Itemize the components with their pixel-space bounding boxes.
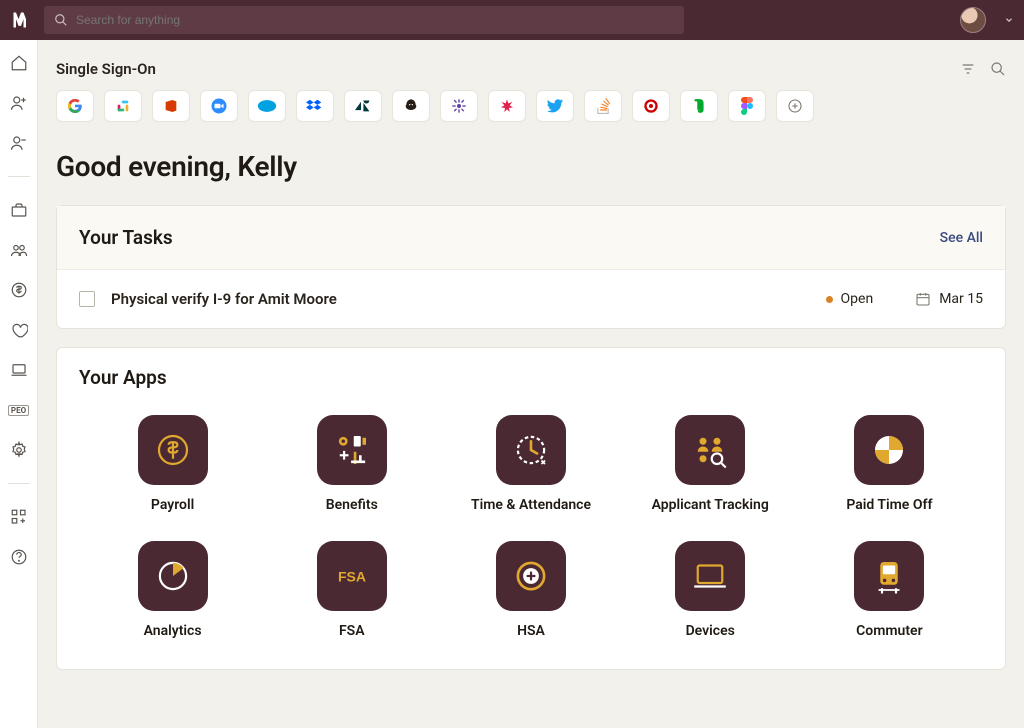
tasks-title: Your Tasks: [79, 226, 173, 249]
topbar: [0, 0, 1024, 40]
task-date: Mar 15: [915, 291, 983, 307]
user-avatar[interactable]: [960, 7, 986, 33]
sso-asterisk[interactable]: [488, 90, 526, 122]
left-nav: PEO: [0, 40, 38, 728]
nav-home-icon[interactable]: [10, 54, 28, 72]
app-label: Payroll: [151, 497, 194, 513]
search-input[interactable]: [76, 13, 674, 27]
task-checkbox[interactable]: [79, 291, 95, 307]
app-label: Commuter: [856, 623, 923, 639]
sso-dropbox[interactable]: [296, 90, 334, 122]
app-label: Applicant Tracking: [652, 497, 769, 513]
app-label: Paid Time Off: [846, 497, 932, 513]
nav-peo-icon[interactable]: PEO: [10, 401, 28, 419]
nav-people-icon[interactable]: [10, 241, 28, 259]
user-menu-chevron[interactable]: [1004, 15, 1014, 25]
sso-filter-icon[interactable]: [960, 61, 976, 77]
app-time-attendance[interactable]: Time & Attendance: [451, 415, 610, 513]
tasks-panel: Your Tasks See All Physical verify I-9 f…: [56, 205, 1006, 329]
task-status: Open: [826, 291, 874, 307]
calendar-icon: [915, 291, 931, 307]
app-payroll[interactable]: Payroll: [93, 415, 252, 513]
sso-zendesk[interactable]: [344, 90, 382, 122]
tasks-see-all-link[interactable]: See All: [940, 230, 983, 246]
sso-slack[interactable]: [104, 90, 142, 122]
sso-add-button[interactable]: [776, 90, 814, 122]
sso-title: Single Sign-On: [56, 60, 156, 78]
sso-salesforce[interactable]: [248, 90, 286, 122]
nav-heart-icon[interactable]: [10, 321, 28, 339]
task-row[interactable]: Physical verify I-9 for Amit Moore Open …: [57, 270, 1005, 328]
nav-help-icon[interactable]: [10, 548, 28, 566]
app-label: FSA: [339, 623, 365, 639]
nav-company-icon[interactable]: [10, 201, 28, 219]
nav-apps-icon[interactable]: [10, 508, 28, 526]
app-label: Devices: [686, 623, 735, 639]
search-icon: [54, 13, 68, 27]
app-label: Analytics: [144, 623, 202, 639]
apps-panel: Your Apps Payroll Benefits Time & Attend…: [56, 347, 1006, 670]
app-fsa[interactable]: FSA FSA: [272, 541, 431, 639]
sso-office[interactable]: [152, 90, 190, 122]
app-analytics[interactable]: Analytics: [93, 541, 252, 639]
global-search[interactable]: [44, 6, 684, 34]
app-label: HSA: [517, 623, 545, 639]
sso-zoom[interactable]: [200, 90, 238, 122]
nav-remove-person-icon[interactable]: [10, 134, 28, 152]
greeting-text: Good evening, Kelly: [56, 150, 1006, 183]
sso-app-row: [56, 90, 1006, 122]
sso-google[interactable]: [56, 90, 94, 122]
sso-search-icon[interactable]: [990, 61, 1006, 77]
sso-stackoverflow[interactable]: [584, 90, 622, 122]
sso-figma[interactable]: [728, 90, 766, 122]
app-label: Time & Attendance: [471, 497, 591, 513]
app-devices[interactable]: Devices: [631, 541, 790, 639]
svg-text:FSA: FSA: [338, 568, 366, 584]
apps-title: Your Apps: [79, 366, 983, 389]
app-hsa[interactable]: HSA: [451, 541, 610, 639]
app-commuter[interactable]: Commuter: [810, 541, 969, 639]
app-applicant-tracking[interactable]: Applicant Tracking: [631, 415, 790, 513]
nav-money-icon[interactable]: [10, 281, 28, 299]
status-dot-icon: [826, 296, 833, 303]
app-label: Benefits: [326, 497, 378, 513]
app-benefits[interactable]: Benefits: [272, 415, 431, 513]
sso-zapier[interactable]: [440, 90, 478, 122]
sso-twitter[interactable]: [536, 90, 574, 122]
sso-evernote[interactable]: [680, 90, 718, 122]
task-text: Physical verify I-9 for Amit Moore: [111, 290, 337, 308]
app-pto[interactable]: Paid Time Off: [810, 415, 969, 513]
nav-add-person-icon[interactable]: [10, 94, 28, 112]
nav-settings-icon[interactable]: [10, 441, 28, 459]
sso-mailchimp[interactable]: [392, 90, 430, 122]
brand-logo[interactable]: [10, 9, 32, 31]
sso-target[interactable]: [632, 90, 670, 122]
nav-laptop-icon[interactable]: [10, 361, 28, 379]
